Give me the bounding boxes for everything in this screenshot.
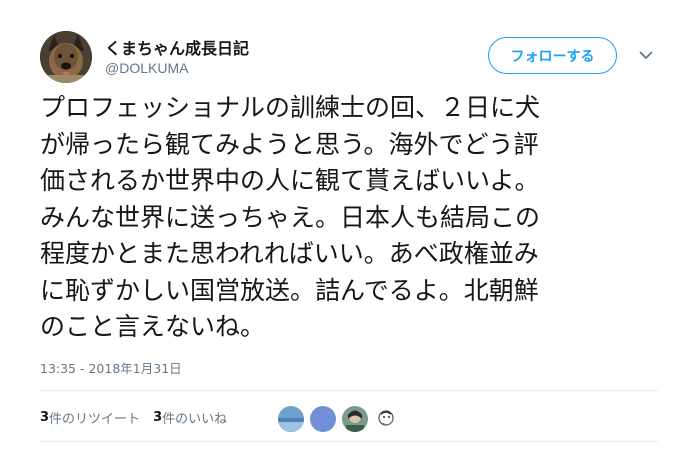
user-handle[interactable]: @DOLKUMA (105, 60, 188, 76)
liker-avatar[interactable] (374, 406, 400, 432)
tweet-card: くまちゃん成長日記 @DOLKUMA フォローする プロフェッショナルの訓練士の… (0, 0, 696, 449)
retweets-count: 3 (40, 409, 50, 425)
likes-label: 件のいいね (162, 411, 228, 427)
chevron-down-icon (639, 51, 653, 59)
tweet-text: プロフェッショナルの訓練士の回、２日に犬 が帰ったら観てみようと思う。海外でどう… (40, 90, 660, 346)
follow-button[interactable]: フォローする (488, 37, 617, 74)
likes-count: 3 (153, 409, 163, 425)
liker-avatar[interactable] (310, 406, 336, 432)
liker-avatar[interactable] (278, 406, 304, 432)
tweet-line: プロフェッショナルの訓練士の回、２日に犬 (40, 93, 541, 122)
display-name[interactable]: くまちゃん成長日記 (105, 35, 249, 59)
sketch-avatar-icon (374, 406, 400, 432)
tweet-line: 程度かとまた思われればいい。あべ政権並み (40, 239, 539, 268)
tweet-line: 価されるか世界中の人に観て貰えばいいよ。 (40, 166, 540, 195)
liker-avatar[interactable] (342, 406, 368, 432)
divider (40, 441, 658, 442)
profile-avatar[interactable] (40, 31, 92, 83)
tweet-line: みんな世界に送っちゃえ。日本人も結局この (40, 202, 541, 232)
tweet-line: が帰ったら観てみようと思う。海外でどう評 (40, 129, 539, 159)
retweets-label: 件のリツイート (49, 411, 141, 427)
likes-stat[interactable]: 3 件のいいね (153, 408, 227, 427)
person-photo-icon (342, 406, 368, 432)
retweets-stat[interactable]: 3 件のリツイート (40, 408, 140, 427)
landscape-photo-icon (278, 406, 304, 432)
solid-color-avatar-icon (310, 406, 336, 432)
more-menu-button[interactable] (634, 46, 658, 64)
tweet-line: に恥ずかしい国営放送。詰んでるよ。北朝鮮 (40, 275, 539, 305)
dog-photo-icon (40, 31, 92, 83)
tweet-line: のこと言えないね。 (40, 312, 266, 341)
divider (40, 390, 658, 391)
tweet-stats: 3 件のリツイート 3 件のいいね (40, 407, 227, 427)
tweet-timestamp[interactable]: 13:35 - 2018年1月31日 (40, 358, 182, 377)
